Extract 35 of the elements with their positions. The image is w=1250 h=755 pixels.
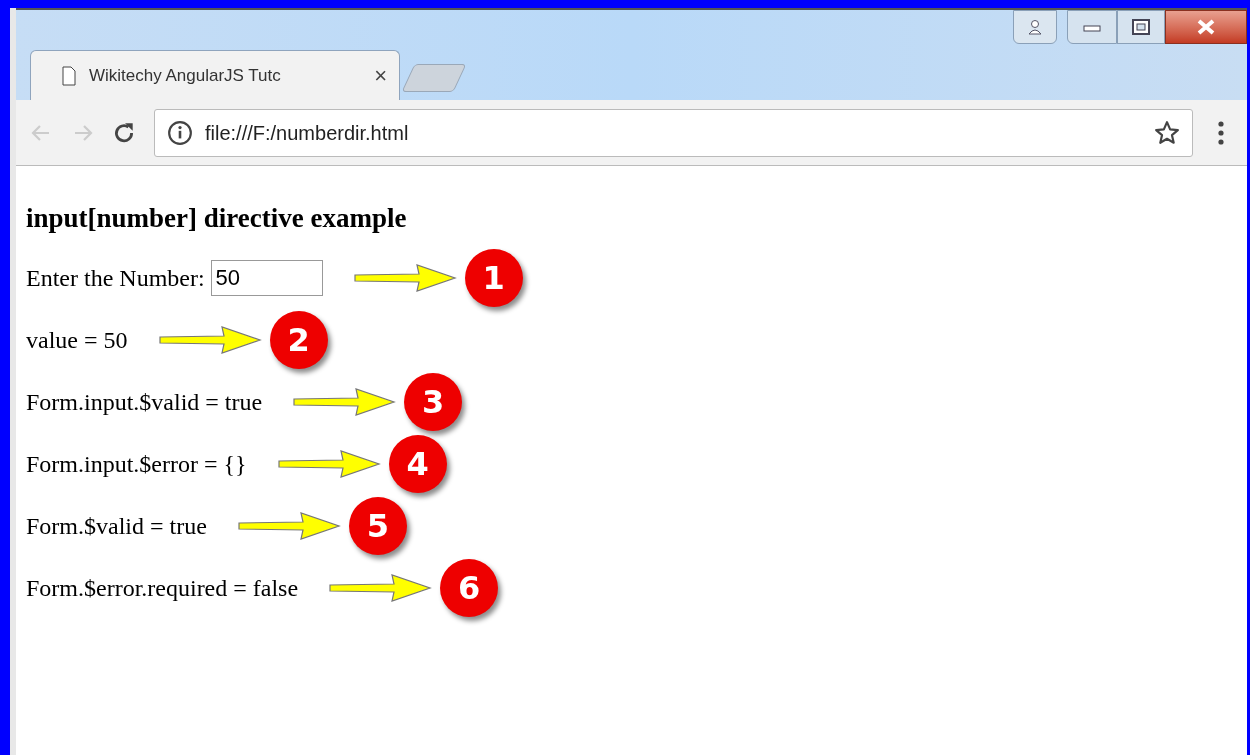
arrow-icon — [236, 511, 341, 541]
arrow-icon — [352, 263, 457, 293]
number-badge: 5 — [348, 497, 407, 555]
number-badge: 1 — [464, 249, 523, 307]
page-icon — [61, 65, 77, 86]
arrow-icon — [328, 573, 433, 603]
number-badge: 3 — [404, 373, 463, 431]
close-window-button[interactable] — [1165, 10, 1247, 44]
star-icon[interactable] — [1154, 119, 1180, 146]
output-text: Form.input.$valid = true — [26, 388, 263, 417]
url-text: file:///F:/numberdir.html — [205, 120, 409, 146]
info-icon — [167, 119, 193, 146]
output-text: Form.$error.required = false — [26, 574, 299, 603]
tab-title: Wikitechy AngularJS Tutc — [89, 64, 281, 87]
arrow-icon — [276, 449, 381, 479]
field-label: Enter the Number: — [26, 264, 205, 293]
arrow-icon — [157, 325, 262, 355]
person-icon — [1027, 19, 1043, 35]
menu-icon[interactable] — [1217, 119, 1225, 146]
output-text: value = 50 — [26, 326, 128, 355]
number-badge: 4 — [388, 435, 447, 493]
browser-tab[interactable]: Wikitechy AngularJS Tutc × — [30, 50, 400, 100]
output-text: Form.$valid = true — [26, 512, 207, 541]
number-badge: 2 — [269, 311, 328, 369]
minimize-icon — [1082, 22, 1102, 32]
page-heading: input[number] directive example — [26, 202, 408, 234]
arrow-icon — [292, 387, 397, 417]
address-bar[interactable]: file:///F:/numberdir.html — [154, 108, 1193, 157]
close-icon — [1196, 19, 1216, 35]
tab-close-button[interactable]: × — [374, 64, 387, 87]
number-input[interactable]: 50 — [210, 260, 323, 296]
maximize-button[interactable] — [1117, 10, 1165, 44]
maximize-icon — [1131, 18, 1151, 36]
number-badge: 6 — [440, 559, 499, 617]
output-text: Form.input.$error = {} — [26, 450, 247, 479]
